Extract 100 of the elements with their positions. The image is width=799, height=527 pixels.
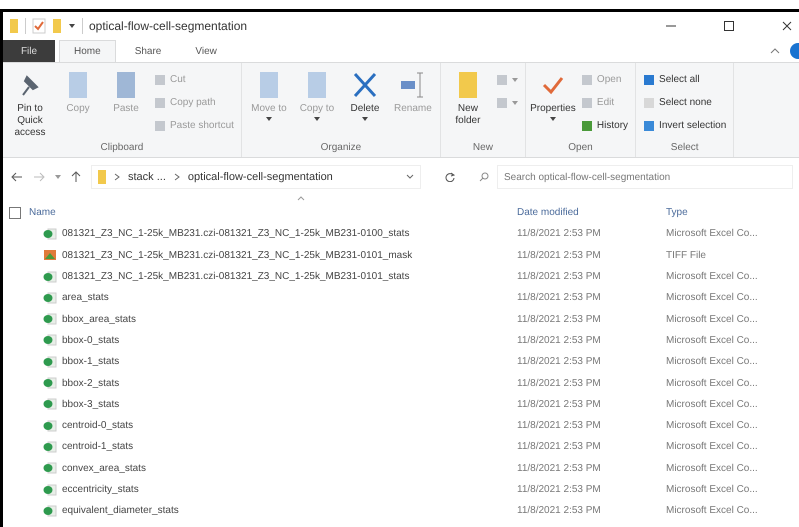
ribbon-button[interactable]: New folder (444, 67, 491, 142)
ribbon-button[interactable]: Pin to Quick access (7, 67, 53, 142)
file-name[interactable]: 081321_Z3_NC_1-25k_MB231.czi-081321_Z3_NC_1-25k_MB231-0100_stats (62, 228, 410, 240)
breadcrumb[interactable]: optical-flow-cell-segmentation (188, 171, 333, 183)
date-modified-cell-text: 11/8/2021 2:53 PM (517, 462, 602, 474)
ribbon-tab[interactable]: Home (59, 40, 116, 62)
file-name[interactable]: bbox-0_stats (62, 334, 120, 346)
file-tab[interactable]: File (3, 40, 55, 62)
date-modified-cell-text: 11/8/2021 2:53 PM (517, 505, 602, 516)
date-modified-cell-text: 11/8/2021 2:53 PM (517, 420, 602, 432)
file-name[interactable]: eccentricity_stats (62, 484, 139, 495)
spreadsheet-file-icon (43, 462, 57, 474)
ribbon-group-label: Open (567, 142, 594, 155)
file-type-cell-text: Microsoft Excel Co... (666, 484, 759, 495)
ribbon-button[interactable]: Select none (640, 92, 730, 113)
spreadsheet-file-icon (43, 377, 57, 390)
back-arrow-icon[interactable] (11, 172, 23, 182)
file-name[interactable]: bbox-1_stats (62, 356, 120, 368)
spreadsheet-file-icon (43, 228, 57, 240)
spreadsheet-file-icon (43, 334, 57, 346)
ribbon-tab[interactable]: View (180, 40, 232, 62)
date-modified-cell-text: 11/8/2021 2:53 PM (517, 441, 602, 452)
chevron-icon (114, 173, 120, 181)
caret-icon (362, 117, 368, 121)
up-arrow-icon[interactable] (71, 171, 81, 183)
chevron-icon (174, 173, 180, 181)
date-modified-cell-text: 11/8/2021 2:53 PM (517, 314, 602, 325)
spreadsheet-file-icon (43, 313, 57, 326)
file-type-cell-text: Microsoft Excel Co... (666, 334, 759, 346)
caret-icon (550, 117, 556, 121)
file-type-cell-text: Microsoft Excel Co... (666, 398, 759, 410)
ribbon-group-label: New (472, 142, 494, 155)
date-modified-cell-text: 11/8/2021 2:53 PM (517, 228, 602, 240)
spreadsheet-file-icon (43, 270, 57, 283)
file-type-cell-text: Microsoft Excel Co... (666, 228, 759, 240)
window-title: optical-flow-cell-segmentation (89, 19, 248, 33)
ribbon-tab[interactable]: Share (120, 40, 176, 62)
date-modified-cell-text: 11/8/2021 2:53 PM (517, 356, 602, 368)
maximize-icon[interactable] (723, 20, 735, 32)
spreadsheet-file-icon (43, 440, 57, 453)
column-header[interactable]: Type (666, 207, 799, 218)
date-modified-cell-text: 11/8/2021 2:53 PM (517, 250, 602, 261)
folder-icon (98, 170, 106, 184)
file-name[interactable]: equivalent_diameter_stats (62, 505, 179, 516)
address-bar[interactable]: stack ... optical-flow-cell-segmentation (91, 165, 421, 189)
file-type-cell-text: Microsoft Excel Co... (666, 462, 759, 474)
spreadsheet-file-icon (43, 292, 57, 304)
ribbon-group-label: Organize (320, 142, 362, 155)
caret-icon (512, 100, 518, 104)
help-icon[interactable] (789, 43, 799, 59)
collapse-ribbon-icon[interactable] (769, 46, 781, 56)
file-name[interactable]: area_stats (62, 292, 109, 304)
search-icon (479, 172, 489, 182)
column-header[interactable]: Name (29, 207, 517, 218)
file-name[interactable]: centroid-0_stats (62, 420, 134, 432)
file-name[interactable]: 081321_Z3_NC_1-25k_MB231.czi-081321_Z3_NC_1-25k_MB231-0101_mask (62, 250, 412, 261)
caret-icon (512, 78, 518, 82)
breadcrumb[interactable]: stack ... (128, 171, 166, 183)
document-icon (496, 96, 508, 108)
file-type-cell-text: Microsoft Excel Co... (666, 356, 759, 368)
refresh-icon[interactable] (445, 172, 455, 182)
spreadsheet-file-icon (43, 356, 57, 368)
date-modified-cell-text: 11/8/2021 2:53 PM (517, 378, 602, 389)
file-name[interactable]: bbox-3_stats (62, 398, 120, 410)
ribbon-button[interactable]: Delete (342, 67, 388, 142)
checkmark-document-icon[interactable] (32, 18, 46, 34)
ribbon-button[interactable]: Properties (530, 67, 576, 142)
ribbon-group-label: Clipboard (100, 142, 144, 155)
caret-icon[interactable] (68, 22, 76, 30)
date-modified-cell-text: 11/8/2021 2:53 PM (517, 484, 602, 495)
file-name[interactable]: 081321_Z3_NC_1-25k_MB231.czi-081321_Z3_NC_1-25k_MB231-0101_stats (62, 271, 410, 282)
close-icon[interactable] (781, 20, 793, 32)
document-icon (580, 96, 593, 108)
file-type-cell-text: Microsoft Excel Co... (666, 314, 759, 325)
file-type-cell-text: Microsoft Excel Co... (666, 292, 759, 304)
file-type-cell-text: Microsoft Excel Co... (666, 378, 759, 389)
date-modified-cell-text: 11/8/2021 2:53 PM (517, 271, 602, 282)
dropdown-icon[interactable] (406, 174, 414, 180)
file-name[interactable]: convex_area_stats (62, 462, 146, 474)
file-type-cell-text: TIFF File (666, 250, 707, 261)
ribbon-button[interactable]: History (578, 115, 632, 136)
document-icon (580, 74, 593, 86)
select-all-checkbox[interactable] (9, 206, 21, 219)
file-name[interactable]: bbox-2_stats (62, 378, 120, 389)
ribbon-button[interactable]: Select all (640, 69, 730, 90)
search-field[interactable]: Search optical-flow-cell-segmentation (497, 165, 793, 189)
caret-icon (266, 117, 272, 121)
spreadsheet-file-icon (43, 398, 57, 410)
spreadsheet-file-icon (43, 484, 57, 496)
date-modified-cell-text: 11/8/2021 2:53 PM (517, 334, 602, 346)
file-type-cell-text: Microsoft Excel Co... (666, 441, 759, 452)
spreadsheet-file-icon (43, 420, 57, 432)
file-type-cell-text: Microsoft Excel Co... (666, 420, 759, 432)
ribbon-group-label: Select (670, 142, 700, 155)
file-name[interactable]: centroid-1_stats (62, 441, 134, 452)
file-name[interactable]: bbox_area_stats (62, 314, 136, 325)
caret-icon (314, 117, 320, 121)
column-header[interactable]: Date modified (517, 207, 666, 218)
file-type-cell-text: Microsoft Excel Co... (666, 271, 759, 282)
ribbon-button[interactable]: Invert selection (640, 115, 730, 136)
